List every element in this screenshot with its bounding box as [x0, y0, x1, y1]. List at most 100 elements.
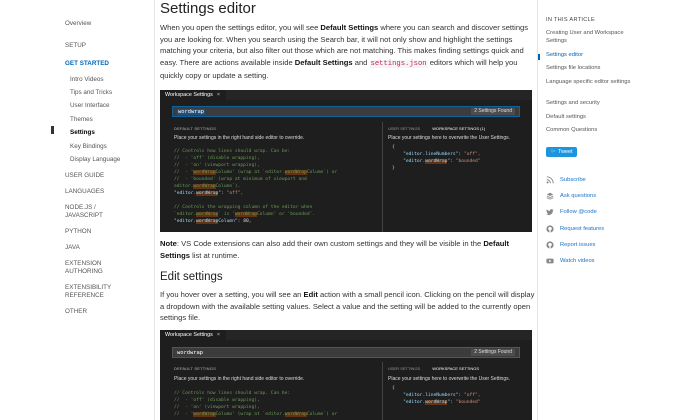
- nav-item-languages[interactable]: LANGUAGES: [65, 188, 104, 196]
- note-text-1: : VS Code extensions can also add their …: [176, 239, 484, 248]
- ask-questions-icon: [546, 192, 554, 200]
- page-title: Settings editor: [160, 0, 256, 17]
- nav-item-extensibility[interactable]: EXTENSIBILITY: [65, 284, 111, 292]
- nav-item-other[interactable]: OTHER: [65, 308, 87, 316]
- nav-item-user-guide[interactable]: USER GUIDE: [65, 172, 104, 180]
- note-text-2: list at runtime.: [189, 250, 240, 260]
- workspace-settings-tab: WORKSPACE SETTINGS: [432, 366, 480, 371]
- pane-divider: [382, 122, 383, 232]
- youtube-icon: [546, 258, 554, 264]
- code-line: `editor.wordWrap` is 'wordWrapColumn' or…: [174, 212, 316, 217]
- github-icon: [546, 225, 554, 233]
- nav-item-user-interface[interactable]: User Interface: [70, 102, 110, 110]
- search-query: wordwrap: [177, 108, 205, 116]
- pane-divider: [382, 362, 383, 420]
- report-issues-link[interactable]: Report issues: [546, 241, 595, 250]
- settings-found-count: 2 Settings Found: [471, 108, 515, 115]
- github-icon: [546, 241, 554, 249]
- nav-item-node-js[interactable]: NODE.JS /: [65, 204, 96, 212]
- toc-item-default-settings[interactable]: Default settings: [546, 113, 646, 121]
- subscribe-link[interactable]: Subscribe: [546, 176, 586, 185]
- note-label: Note: [160, 239, 177, 248]
- close-icon: ×: [216, 92, 220, 98]
- request-features-link[interactable]: Request features: [546, 225, 604, 234]
- tweet-button[interactable]: 🐦 Tweet: [546, 147, 577, 157]
- edit-paragraph: If you hover over a setting, you will se…: [160, 289, 535, 324]
- default-settings-heading: DEFAULT SETTINGS: [174, 366, 216, 371]
- twitter-icon: [546, 209, 554, 216]
- code-line: // - 'wordWrapColumn' (wrap at `editor.w…: [174, 412, 338, 417]
- nav-item-extension[interactable]: EXTENSION: [65, 260, 101, 268]
- ask-questions-label: Ask questions: [560, 193, 597, 199]
- toc-item-settings-security[interactable]: Settings and security: [546, 99, 646, 107]
- nav-item-display-language[interactable]: Display Language: [70, 156, 120, 164]
- nav-item-themes[interactable]: Themes: [70, 116, 93, 124]
- toc-item-common-questions[interactable]: Common Questions: [546, 126, 646, 134]
- nav-item-reference[interactable]: REFERENCE: [65, 292, 104, 300]
- code-line: }: [392, 166, 395, 171]
- code-line: // - 'off' (disable wrapping),: [174, 398, 260, 403]
- toc-item-settings-editor[interactable]: Settings editor: [546, 51, 646, 59]
- nav-item-java[interactable]: JAVA: [65, 244, 80, 252]
- tweet-label: Tweet: [558, 149, 573, 155]
- note-paragraph: Note: VS Code extensions can also add th…: [160, 238, 535, 261]
- code-line: editor.wordWrapColumn`).: [174, 184, 241, 189]
- edit-bold: Edit: [303, 290, 318, 299]
- editor-tabbar: Workspace Settings ×: [160, 90, 532, 100]
- toc-heading: IN THIS ARTICLE: [546, 17, 596, 23]
- close-icon: ×: [216, 332, 220, 338]
- code-line: "editor.wordWrap": "bounded": [403, 400, 481, 405]
- twitter-icon: 🐦: [550, 149, 559, 155]
- nav-item-overview[interactable]: Overview: [65, 20, 91, 28]
- code-line: "editor.wordWrapColumn": 80,: [174, 219, 252, 224]
- nav-item-tips-and-tricks[interactable]: Tips and Tricks: [70, 89, 112, 97]
- default-settings-code: // Controls how lines should wrap. Can b…: [174, 390, 337, 418]
- nav-item-get-started[interactable]: GET STARTED: [65, 60, 109, 68]
- left-navigation: Overview SETUP GET STARTED Intro Videos Tips…: [51, 0, 155, 420]
- code-line: "editor.lineNumbers": "off",: [403, 152, 481, 157]
- default-settings-code: // Controls how lines should wrap. Can b…: [174, 148, 337, 225]
- user-settings-tab: USER SETTINGS: [388, 366, 421, 371]
- ask-questions-link[interactable]: Ask questions: [546, 192, 596, 201]
- toc-item-creating-settings[interactable]: Creating User and Workspace Settings: [546, 29, 646, 45]
- nav-item-javascript[interactable]: JAVASCRIPT: [65, 212, 103, 220]
- inline-code: settings.json: [369, 59, 428, 68]
- nav-item-setup[interactable]: SETUP: [65, 42, 86, 50]
- search-query: wordwrap: [177, 349, 203, 357]
- intro-text-1: When you open the settings editor, you w…: [160, 23, 321, 32]
- default-settings-message: Place your settings in the right hand si…: [174, 135, 305, 141]
- code-line: // - 'wordWrapColumn' (wrap at `editor.w…: [174, 170, 338, 175]
- toc-item-settings-file-locations[interactable]: Settings file locations: [546, 64, 646, 72]
- settings-scope-tabs: USER SETTINGS WORKSPACE SETTINGS (1): [388, 126, 485, 131]
- subscribe-label: Subscribe: [560, 177, 586, 183]
- intro-bold-1: Default Settings: [320, 23, 379, 32]
- current-page-marker: [51, 126, 54, 134]
- nav-item-python[interactable]: PYTHON: [65, 228, 91, 236]
- follow-code-link[interactable]: Follow @code: [546, 208, 597, 217]
- nav-item-authoring[interactable]: AUTHORING: [65, 268, 103, 276]
- workspace-settings-code: { "editor.lineNumbers": "off", "editor.w…: [392, 385, 481, 406]
- editor-tab-label: Workspace Settings: [165, 332, 213, 338]
- settings-search-box: wordwrap 2 Settings Found: [172, 347, 520, 358]
- follow-code-label: Follow @code: [560, 209, 597, 215]
- workspace-settings-screenshot-2: Workspace Settings × wordwrap 2 Settings …: [160, 330, 532, 420]
- workspace-settings-message: Place your settings here to overwrite th…: [388, 135, 511, 141]
- workspace-settings-tab: WORKSPACE SETTINGS (1): [432, 126, 486, 131]
- code-line: // Controls how lines should wrap. Can b…: [174, 149, 291, 154]
- nav-item-key-bindings[interactable]: Key Bindings: [70, 143, 107, 151]
- right-sidebar: IN THIS ARTICLE Creating User and Worksp…: [537, 0, 700, 420]
- nav-item-settings[interactable]: Settings: [70, 129, 95, 137]
- toc-item-language-specific[interactable]: Language specific editor settings: [546, 78, 646, 86]
- code-line: // - 'bounded' (wrap at minimum of viewp…: [174, 177, 307, 182]
- code-line: {: [392, 386, 395, 391]
- search-query-text: wordwrap: [177, 109, 205, 115]
- toc-current-marker: [538, 54, 540, 60]
- intro-text-3: and: [352, 57, 370, 67]
- default-settings-heading: DEFAULT SETTINGS: [174, 126, 216, 131]
- watch-videos-link[interactable]: Watch videos: [546, 257, 595, 266]
- code-line: // - 'off' (disable wrapping),: [174, 156, 260, 161]
- nav-item-intro-videos[interactable]: Intro Videos: [70, 76, 104, 84]
- search-query-text: wordwrap: [177, 350, 203, 356]
- editor-tabbar: Workspace Settings ×: [160, 330, 532, 340]
